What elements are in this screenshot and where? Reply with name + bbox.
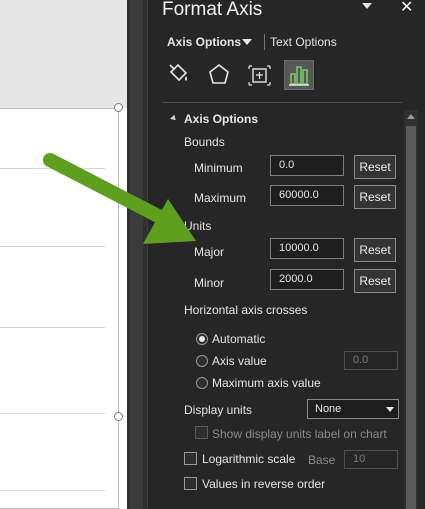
gridline	[0, 246, 105, 247]
gridline	[0, 413, 105, 414]
tab-separator	[264, 34, 265, 50]
major-label: Major	[194, 245, 225, 259]
chevron-down-icon	[386, 407, 394, 412]
logarithmic-scale-checkbox[interactable]	[184, 452, 197, 465]
reverse-order-checkbox[interactable]	[184, 477, 197, 490]
scrollbar-thumb[interactable]	[406, 126, 416, 509]
major-input[interactable]: 10000.0	[270, 238, 344, 259]
axis-value-input[interactable]: 0.0	[344, 351, 398, 370]
gridline	[0, 490, 105, 491]
base-input[interactable]: 10	[344, 450, 398, 469]
display-units-value: None	[315, 403, 342, 415]
show-units-label-text[interactable]: Show display units label on chart	[212, 427, 387, 441]
pane-title: Format Axis	[162, 0, 263, 20]
format-axis-pane: Format Axis ✕ Axis Options Text Options …	[147, 0, 425, 509]
show-units-label-checkbox[interactable]	[195, 426, 208, 439]
maximum-label: Maximum	[194, 191, 247, 205]
resize-handle-right[interactable]	[114, 412, 123, 421]
chevron-down-icon[interactable]	[242, 39, 252, 45]
display-units-dropdown[interactable]: None	[307, 399, 399, 419]
bounds-heading: Bounds	[184, 135, 225, 149]
reverse-order-label[interactable]: Values in reverse order	[202, 477, 325, 491]
minimum-label: Minimum	[194, 161, 243, 175]
minor-input[interactable]: 2000.0	[270, 269, 344, 290]
minor-reset-button[interactable]: Reset	[354, 269, 396, 293]
scroll-up-icon[interactable]	[407, 114, 415, 119]
base-label: Base	[308, 453, 336, 467]
major-reset-button[interactable]: Reset	[354, 238, 396, 262]
pane-scrollbar[interactable]	[404, 110, 418, 509]
minimum-input[interactable]: 0.0	[270, 155, 344, 176]
radio-axis-value-label[interactable]: Axis value	[212, 354, 267, 368]
bar-chart-icon	[289, 66, 309, 86]
worksheet-background	[0, 0, 127, 108]
minor-label: Minor	[194, 276, 225, 290]
divider	[162, 102, 402, 103]
close-icon[interactable]: ✕	[400, 0, 413, 17]
units-heading: Units	[184, 219, 212, 233]
tab-text-options[interactable]: Text Options	[270, 35, 337, 49]
tab-axis-options[interactable]: Axis Options	[167, 35, 241, 49]
radio-automatic[interactable]	[196, 333, 208, 345]
gridline	[0, 168, 105, 169]
section-axis-options[interactable]: Axis Options	[184, 112, 258, 126]
axis-crosses-heading: Horizontal axis crosses	[184, 303, 308, 317]
chart-area[interactable]	[0, 0, 127, 509]
size-properties-icon[interactable]	[244, 60, 274, 90]
maximum-input[interactable]: 60000.0	[270, 185, 344, 206]
panel-gap	[127, 0, 147, 509]
gridline	[0, 327, 105, 328]
maximum-reset-button[interactable]: Reset	[354, 185, 396, 209]
pane-options-caret-icon[interactable]	[362, 3, 372, 9]
fill-line-icon[interactable]	[164, 60, 194, 90]
radio-maximum-axis-value[interactable]	[196, 377, 208, 389]
radio-maximum-axis-value-label[interactable]: Maximum axis value	[212, 376, 321, 390]
display-units-label: Display units	[184, 403, 253, 417]
radio-automatic-label[interactable]: Automatic	[212, 332, 265, 346]
scrollbar-track[interactable]	[130, 0, 143, 509]
radio-axis-value[interactable]	[196, 355, 208, 367]
axis-options-tab[interactable]	[284, 60, 314, 90]
logarithmic-scale-label[interactable]: Logarithmic scale	[202, 452, 295, 466]
collapse-triangle-icon[interactable]	[170, 114, 178, 123]
minimum-reset-button[interactable]: Reset	[354, 155, 396, 179]
effects-icon[interactable]	[204, 60, 234, 90]
resize-handle-top-right[interactable]	[114, 103, 123, 112]
